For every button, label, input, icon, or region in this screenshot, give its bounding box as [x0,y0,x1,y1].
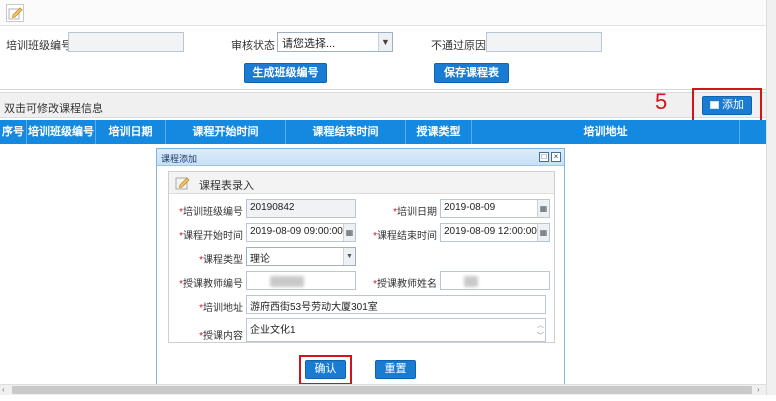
content-textarea[interactable]: 企业文化1 ︿ ﹀ [246,318,546,342]
class-code-label: *培训班级编号 [179,207,243,218]
course-entry-header: 课程表录入 [169,172,554,194]
reject-reason-field[interactable] [486,32,602,52]
annotation-step-number: 5 [655,89,668,114]
content-label: *授课内容 [199,331,243,342]
col-header-train-date[interactable]: 培训日期 [96,120,166,144]
end-time-label: *课程结束时间 [373,231,437,242]
generate-class-code-button[interactable]: 生成班级编号 [244,63,327,83]
col-header-course-type[interactable]: 授课类型 [406,120,472,144]
horizontal-scrollbar[interactable]: ‹ › [0,384,766,395]
train-date-label: *培训日期 [393,207,437,218]
dialog-class-code-field[interactable]: 20190842 [246,199,356,218]
panel-title: 课程表录入 [199,180,254,192]
scroll-right-icon[interactable]: › [757,385,760,394]
vertical-scrollbar[interactable] [766,0,776,395]
dialog-title: 课程添加 [161,154,198,164]
redacted-teacher-id [270,276,304,287]
class-code-field[interactable] [68,32,184,52]
add-icon [710,101,719,109]
scroll-down-icon[interactable]: ﹀ [537,331,544,341]
content-value: 企业文化1 [250,325,296,336]
end-time-field[interactable]: 2019-08-09 12:00:00 ▦ [440,223,550,242]
scroll-left-icon[interactable]: ‹ [2,385,5,394]
edit-hint: 双击可修改课程信息 [4,103,103,115]
maximize-icon[interactable]: □ [539,152,549,162]
train-date-field[interactable]: 2019-08-09 ▦ [440,199,550,218]
dialog-titlebar[interactable]: 课程添加 □ × [157,149,564,166]
add-course-dialog: 课程添加 □ × 课程表录入 *培训班级编号 20190842 *培训日期 20… [156,148,565,387]
reset-button[interactable]: 重置 [375,360,416,379]
edit-icon[interactable] [6,4,24,22]
edit-icon [175,175,191,191]
teacher-name-field[interactable] [440,271,550,290]
train-date-value: 2019-08-09 [444,202,496,213]
grid-toolbar: 双击可修改课程信息 [0,92,766,118]
review-status-label: 审核状态 [231,40,275,52]
chevron-down-icon[interactable]: ▼ [343,248,355,265]
add-button-label: 添加 [722,99,744,111]
calendar-icon[interactable]: ▦ [537,200,549,217]
grid-header: 序号 培训班级编号 培训日期 课程开始时间 课程结束时间 授课类型 培训地址 [0,120,766,144]
col-header-end-time[interactable]: 课程结束时间 [286,120,406,144]
calendar-icon[interactable]: ▦ [343,224,355,241]
col-header-start-time[interactable]: 课程开始时间 [166,120,286,144]
course-entry-panel: 课程表录入 *培训班级编号 20190842 *培训日期 2019-08-09 ▦… [168,171,555,343]
review-status-select[interactable]: 请您选择... ▼ [277,32,393,52]
start-time-label: *课程开始时间 [179,231,243,242]
teacher-id-field[interactable] [246,271,356,290]
end-time-value: 2019-08-09 12:00:00 [444,226,537,237]
course-type-label: *课程类型 [199,255,243,266]
scrollbar-thumb[interactable] [12,386,752,394]
start-time-field[interactable]: 2019-08-09 09:00:00 ▦ [246,223,356,242]
add-button[interactable]: 添加 [702,96,752,115]
course-form-panel: 培训班级编号 审核状态 请您选择... ▼ 不通过原因 生成班级编号 保存课程表 [0,0,766,90]
class-code-label: 培训班级编号 [6,40,72,52]
col-header-address[interactable]: 培训地址 [472,120,740,144]
top-toolbar [0,0,766,26]
start-time-value: 2019-08-09 09:00:00 [250,226,343,237]
scroll-up-icon[interactable]: ︿ [537,320,544,330]
col-header-filler [740,120,766,144]
review-status-value: 请您选择... [282,38,336,50]
calendar-icon[interactable]: ▦ [537,224,549,241]
close-icon[interactable]: × [551,152,561,162]
address-label: *培训地址 [199,303,243,314]
reject-reason-label: 不通过原因 [431,40,486,52]
col-header-index[interactable]: 序号 [0,120,27,144]
col-header-class-code[interactable]: 培训班级编号 [27,120,96,144]
chevron-down-icon[interactable]: ▼ [378,33,392,51]
redacted-teacher-name [464,276,478,287]
teacher-name-label: *授课教师姓名 [373,279,437,290]
confirm-button[interactable]: 确认 [305,360,346,379]
teacher-id-label: *授课教师编号 [179,279,243,290]
address-field[interactable]: 游府西街53号劳动大厦301室 [246,295,546,314]
course-type-select[interactable]: 理论 ▼ [246,247,356,266]
save-schedule-button[interactable]: 保存课程表 [434,63,509,83]
course-type-value: 理论 [250,254,270,265]
